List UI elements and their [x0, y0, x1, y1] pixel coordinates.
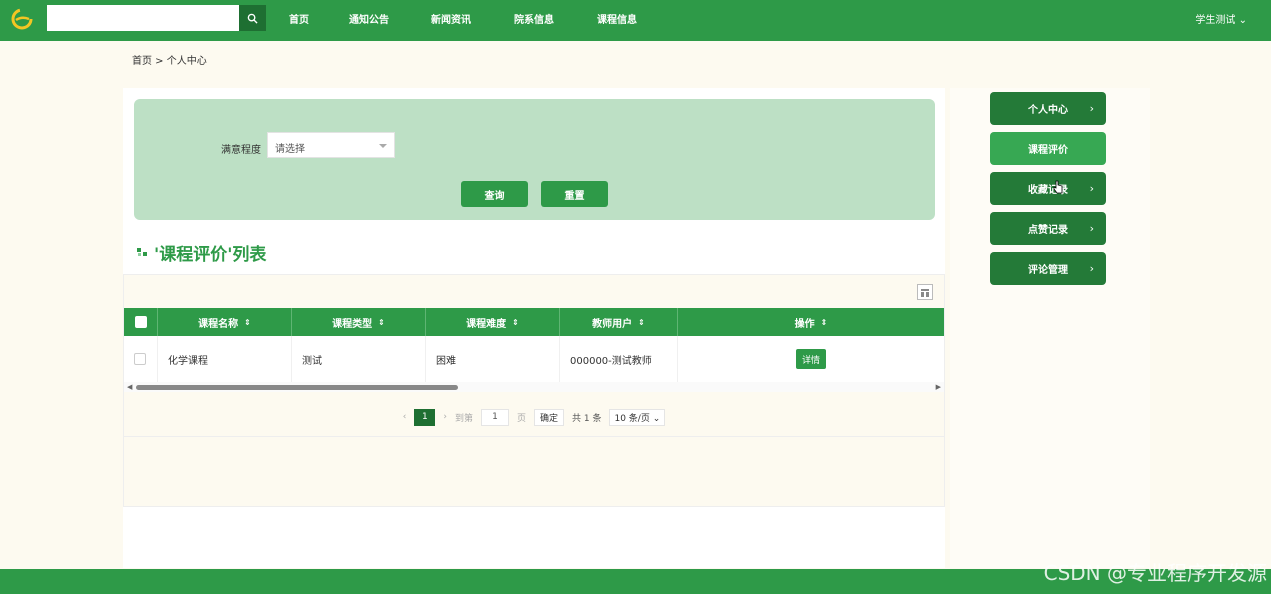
header-label: 课程类型: [332, 318, 373, 330]
sidebar-item-label: 评论管理: [1028, 265, 1068, 276]
chevron-right-icon: ›: [1089, 182, 1094, 195]
cell-course-type: 测试: [292, 336, 426, 382]
list-title-text: '课程评价'列表: [154, 245, 267, 265]
header-teacher[interactable]: 教师用户 ⇕: [560, 308, 678, 336]
page-number-current[interactable]: 1: [414, 408, 436, 426]
sort-icon: ⇕: [244, 317, 251, 327]
scroll-right-icon[interactable]: ▶: [936, 382, 941, 392]
top-navbar: 首页 通知公告 新闻资讯 院系信息 课程信息 学生测试 ⌄: [0, 0, 1271, 41]
cell-course-difficulty: 困难: [426, 336, 560, 382]
select-all-checkbox[interactable]: [134, 316, 147, 328]
table-header: 课程名称 ⇕ 课程类型 ⇕ 课程难度 ⇕ 教师用户 ⇕ 操作 ⇕: [124, 308, 944, 336]
header-course-type[interactable]: 课程类型 ⇕: [292, 308, 426, 336]
nav-departments[interactable]: 院系信息: [514, 11, 554, 26]
next-page-icon[interactable]: ›: [443, 412, 447, 422]
goto-confirm-button[interactable]: 确定: [534, 408, 565, 426]
hand-cursor-icon: [1053, 180, 1063, 194]
page-size-select[interactable]: 10 条/页 ⌄: [609, 408, 666, 426]
header-actions[interactable]: 操作 ⇕: [678, 308, 944, 336]
sidebar-item-favorites[interactable]: 收藏记录 ›: [990, 172, 1106, 205]
query-button[interactable]: 查询: [461, 181, 528, 207]
breadcrumb: 首页 > 个人中心: [132, 56, 207, 67]
nav-courses[interactable]: 课程信息: [597, 11, 637, 26]
sidebar-item-likes[interactable]: 点赞记录 ›: [990, 212, 1106, 245]
satisfaction-label: 满意程度: [221, 145, 261, 156]
header-label: 操作: [794, 318, 815, 330]
search-button[interactable]: [239, 5, 266, 31]
main-panel: 满意程度 请选择 查询 重置 '课程评价'列表 课程名称 ⇕ 课程类型 ⇕ 课程…: [123, 88, 945, 568]
page-unit-label: 页: [517, 413, 527, 424]
user-menu[interactable]: 学生测试 ⌄: [1195, 11, 1247, 26]
nav-home[interactable]: 首页: [289, 11, 309, 26]
sidebar-item-label: 个人中心: [1028, 105, 1068, 116]
sidebar-item-course-evaluation[interactable]: 课程评价: [990, 132, 1106, 165]
sidebar: 个人中心 › 课程评价 收藏记录 › 点赞记录 › 评论管理 ›: [950, 88, 1150, 568]
columns-filter-icon[interactable]: [917, 284, 933, 300]
horizontal-scrollbar[interactable]: ◀ ▶: [124, 382, 944, 392]
cell-teacher: 000000-测试教师: [560, 336, 678, 382]
search-icon: [247, 13, 258, 24]
chevron-down-icon: ⌄: [1238, 15, 1247, 26]
table-row: 化学课程 测试 困难 000000-测试教师 详情: [124, 336, 944, 382]
cell-actions: 详情: [678, 336, 944, 382]
header-label: 教师用户: [592, 318, 633, 330]
table-area: 课程名称 ⇕ 课程类型 ⇕ 课程难度 ⇕ 教师用户 ⇕ 操作 ⇕ 化学课程 测试 困难 0…: [123, 274, 945, 507]
header-course-name[interactable]: 课程名称 ⇕: [158, 308, 292, 336]
row-checkbox[interactable]: [134, 353, 146, 365]
sidebar-item-personal-center[interactable]: 个人中心 ›: [990, 92, 1106, 125]
cell-course-name: 化学课程: [158, 336, 292, 382]
goto-label: 到第: [454, 413, 473, 424]
sidebar-item-label: 课程评价: [1028, 145, 1068, 156]
header-course-difficulty[interactable]: 课程难度 ⇕: [426, 308, 560, 336]
logo-icon[interactable]: [10, 8, 34, 30]
select-value: 请选择: [275, 144, 305, 155]
sort-icon: ⇕: [512, 317, 519, 327]
header-label: 课程名称: [198, 318, 239, 330]
pagination: ‹ 1 › 到第 1 页 确定 共 1 条 10 条/页 ⌄: [124, 407, 944, 427]
chevron-right-icon: ›: [1089, 262, 1094, 275]
caret-down-icon: [379, 144, 387, 148]
scroll-thumb[interactable]: [136, 385, 458, 390]
chevron-right-icon: ›: [1089, 102, 1094, 115]
header-label: 课程难度: [466, 318, 507, 330]
list-icon: [137, 248, 147, 256]
filter-box: 满意程度 请选择 查询 重置: [134, 99, 935, 220]
nav-news[interactable]: 新闻资讯: [431, 11, 471, 26]
watermark: CSDN @专业程序开发源: [1043, 561, 1267, 585]
prev-page-icon[interactable]: ‹: [403, 412, 407, 422]
chevron-right-icon: ›: [1089, 222, 1094, 235]
sidebar-item-comments[interactable]: 评论管理 ›: [990, 252, 1106, 285]
sort-icon: ⇕: [638, 317, 645, 327]
sidebar-item-label: 点赞记录: [1028, 225, 1068, 236]
select-all-cell: [124, 308, 158, 336]
nav-notices[interactable]: 通知公告: [349, 11, 389, 26]
sort-icon: ⇕: [378, 317, 385, 327]
user-name: 学生测试: [1195, 15, 1236, 26]
satisfaction-select[interactable]: 请选择: [267, 132, 395, 158]
goto-page-input[interactable]: 1: [481, 408, 509, 426]
total-count: 共 1 条: [572, 413, 602, 424]
sort-icon: ⇕: [820, 317, 828, 327]
list-title: '课程评价'列表: [137, 240, 266, 265]
row-select-cell: [124, 336, 158, 382]
divider: [124, 436, 944, 437]
reset-button[interactable]: 重置: [541, 181, 608, 207]
scroll-left-icon[interactable]: ◀: [127, 382, 132, 392]
search-input[interactable]: [47, 5, 239, 31]
detail-button[interactable]: 详情: [796, 349, 826, 369]
